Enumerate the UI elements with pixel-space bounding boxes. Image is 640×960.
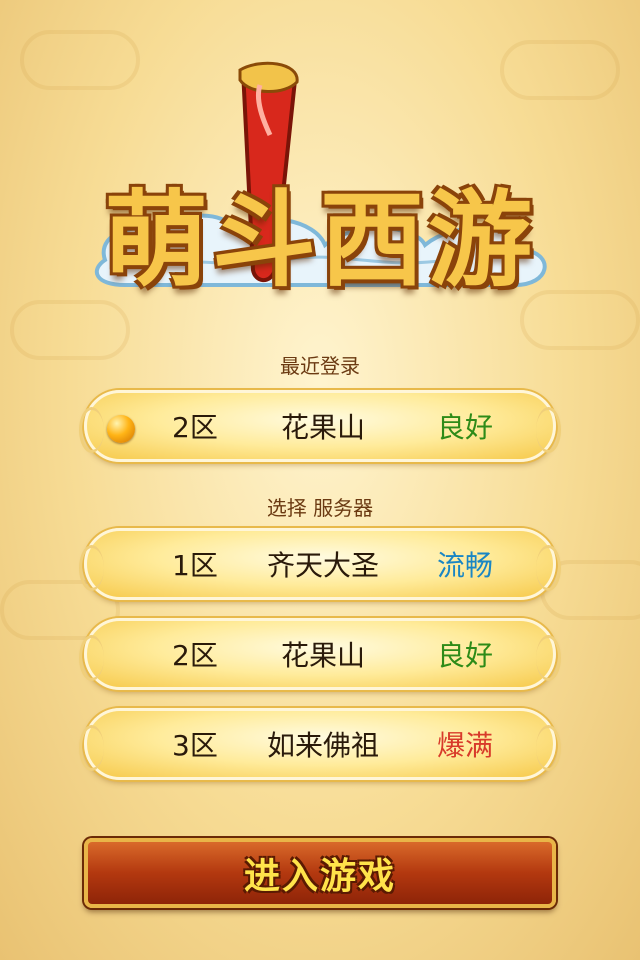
server-row[interactable]: 2区 花果山 良好	[79, 618, 561, 690]
server-status: 流畅	[437, 549, 494, 582]
recent-server-row[interactable]: 2区 花果山 良好	[79, 390, 561, 462]
select-server-label: 选择 服务器	[266, 496, 374, 520]
server-status: 良好	[437, 411, 494, 444]
game-title: 萌斗西游	[103, 179, 536, 301]
server-row[interactable]: 1区 齐天大圣 流畅	[79, 528, 561, 600]
enter-game-label: 进入游戏	[243, 856, 396, 897]
enter-game-button[interactable]: 进入游戏	[84, 838, 556, 908]
game-logo: 萌斗西游	[85, 60, 555, 310]
recent-login-label: 最近登录	[280, 354, 360, 378]
server-status: 爆满	[437, 729, 494, 762]
server-row[interactable]: 3区 如来佛祖 爆满	[79, 708, 561, 780]
server-status: 良好	[437, 639, 494, 672]
